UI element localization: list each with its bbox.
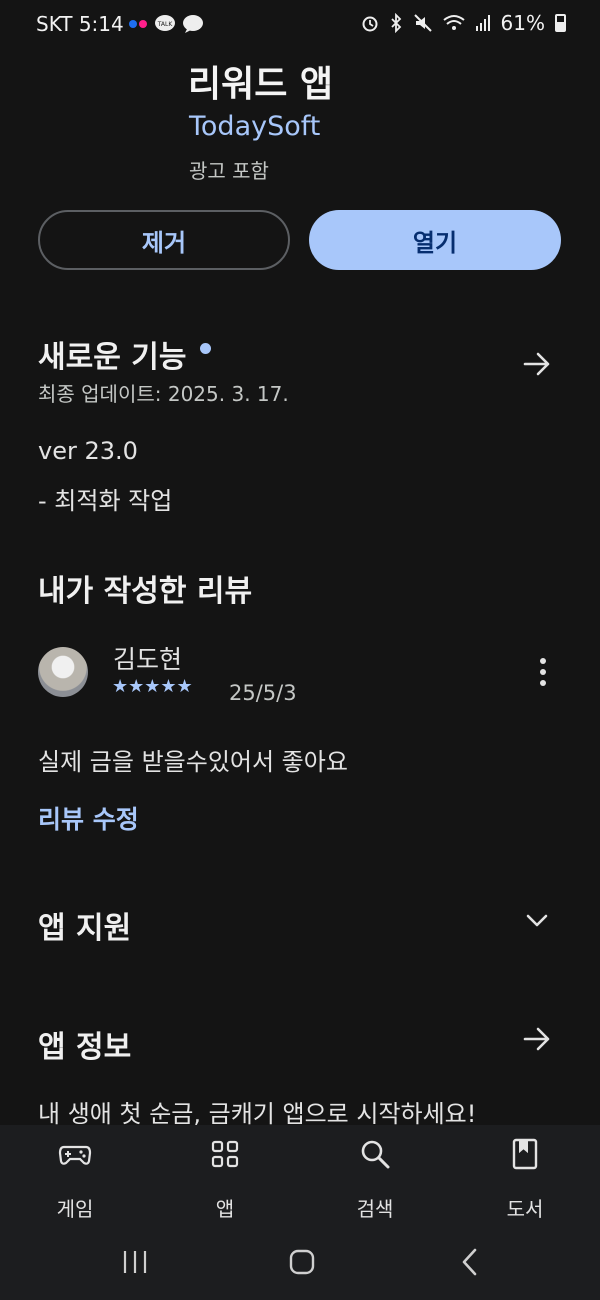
mute-icon	[413, 14, 432, 32]
nav-item-books[interactable]: 도서	[465, 1137, 585, 1222]
notification-icons: TALK	[128, 14, 204, 34]
version-text: ver 23.0	[38, 437, 138, 465]
review-date: 25/5/3	[229, 681, 297, 705]
battery-percent: 61%	[500, 11, 545, 35]
nav-label-books: 도서	[506, 1197, 544, 1221]
carrier-time: SKT 5:14	[36, 12, 124, 36]
recent-apps-icon[interactable]	[121, 1249, 149, 1275]
status-right: 61%	[361, 11, 566, 35]
system-navigation-bar	[0, 1225, 600, 1300]
whats-new-title: 새로운 기능	[38, 340, 187, 375]
rating-stars: ★★★★★	[112, 676, 193, 697]
review-author: 김도현	[113, 645, 183, 674]
nav-item-apps[interactable]: 앱	[165, 1137, 285, 1222]
app-description: 내 생애 첫 순금, 금캐기 앱으로 시작하세요!	[38, 1100, 477, 1128]
whats-new-header[interactable]: 새로운 기능	[38, 332, 212, 376]
search-icon	[361, 1140, 390, 1169]
my-review-title: 내가 작성한 리뷰	[38, 574, 253, 609]
battery-icon	[555, 14, 566, 32]
bluetooth-icon	[390, 13, 401, 33]
nav-item-games[interactable]: 게임	[15, 1137, 135, 1222]
kakaotalk-icon: TALK	[155, 15, 175, 31]
arrow-right-icon[interactable]	[522, 349, 552, 379]
app-info-title[interactable]: 앱 정보	[38, 1022, 131, 1066]
nav-item-search[interactable]: 검색	[315, 1137, 435, 1222]
arrow-right-icon[interactable]	[522, 1024, 552, 1054]
nav-label-games: 게임	[56, 1197, 94, 1221]
nav-label-apps: 앱	[215, 1197, 235, 1221]
app-support-title[interactable]: 앱 지원	[38, 903, 131, 947]
flickr-icon	[129, 20, 147, 28]
developer-link[interactable]: TodaySoft	[189, 111, 320, 142]
apps-grid-icon	[211, 1140, 239, 1168]
ads-notice: 광고 포함	[189, 159, 269, 183]
signal-icon	[475, 15, 490, 31]
alarm-icon	[362, 16, 378, 32]
back-icon[interactable]	[458, 1247, 482, 1277]
more-vert-icon[interactable]	[532, 656, 554, 688]
app-title: 리워드 앱	[188, 64, 334, 105]
new-dot-indicator	[200, 342, 212, 354]
gamepad-icon	[58, 1145, 92, 1165]
open-button[interactable]: 열기	[309, 210, 561, 270]
wifi-icon	[442, 15, 465, 30]
remove-button[interactable]: 제거	[38, 210, 290, 270]
avatar	[38, 647, 88, 697]
status-bar: SKT 5:14 TALK 61%	[0, 0, 600, 50]
review-text: 실제 금을 받을수있어서 좋아요	[38, 748, 348, 776]
chevron-down-icon[interactable]	[524, 908, 550, 934]
chat-bubble-icon	[183, 15, 203, 33]
svg-text:TALK: TALK	[157, 21, 174, 28]
book-icon	[512, 1138, 538, 1170]
release-notes: - 최적화 작업	[38, 487, 173, 515]
nav-label-search: 검색	[356, 1197, 394, 1221]
last-updated: 최종 업데이트: 2025. 3. 17.	[38, 382, 289, 406]
home-icon[interactable]	[288, 1248, 316, 1276]
edit-review-link[interactable]: 리뷰 수정	[38, 800, 139, 836]
